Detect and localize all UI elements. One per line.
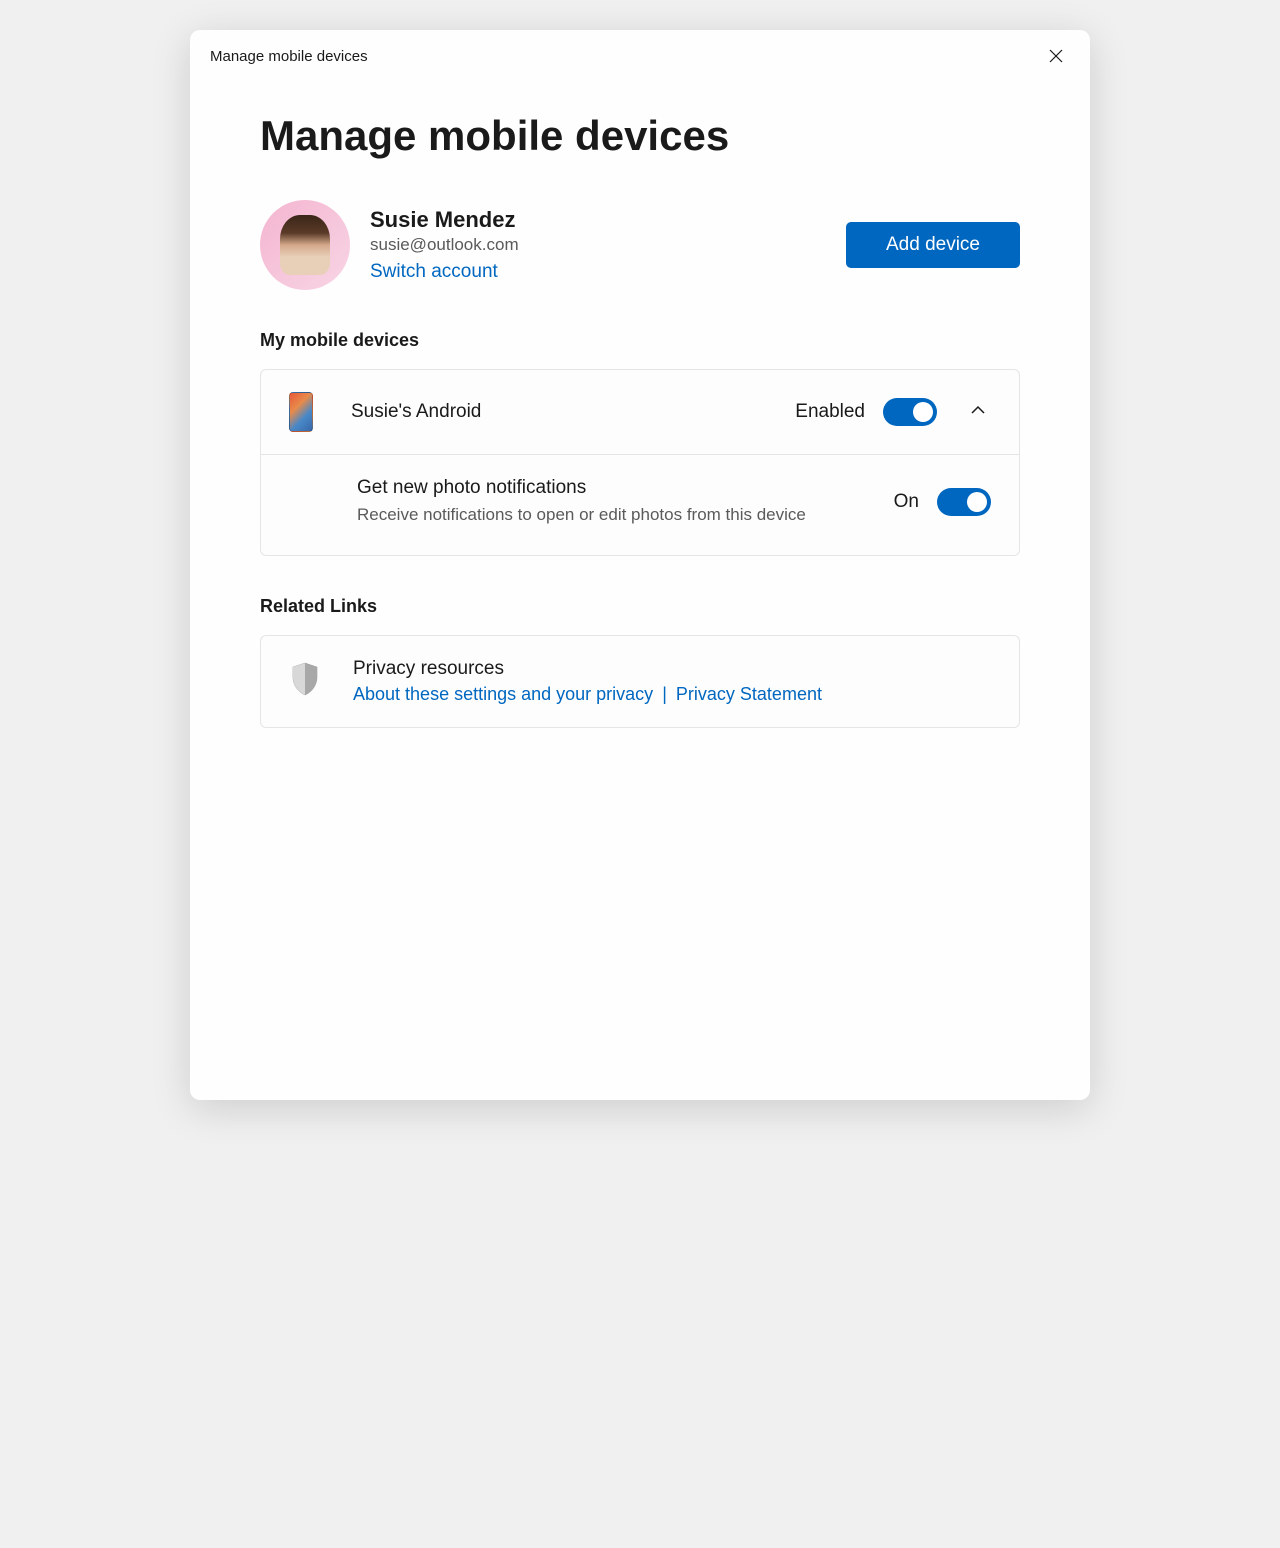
switch-account-link[interactable]: Switch account	[370, 261, 519, 283]
privacy-statement-link[interactable]: Privacy Statement	[676, 684, 822, 704]
device-option-text: Get new photo notifications Receive noti…	[357, 477, 894, 527]
device-option-row: Get new photo notifications Receive noti…	[261, 455, 1019, 555]
add-device-button[interactable]: Add device	[846, 222, 1020, 268]
device-name: Susie's Android	[351, 401, 795, 423]
privacy-text: Privacy resources About these settings a…	[353, 658, 822, 705]
page-title: Manage mobile devices	[260, 112, 1020, 160]
phone-icon	[289, 392, 313, 432]
toggle-knob	[967, 492, 987, 512]
content-area: Manage mobile devices Susie Mendez susie…	[190, 82, 1090, 768]
privacy-card: Privacy resources About these settings a…	[260, 635, 1020, 728]
expand-chevron[interactable]	[965, 397, 991, 428]
account-text: Susie Mendez susie@outlook.com Switch ac…	[370, 207, 519, 283]
device-enabled-toggle[interactable]	[883, 398, 937, 426]
option-status-label: On	[894, 491, 919, 513]
toggle-knob	[913, 402, 933, 422]
avatar-image	[280, 215, 330, 275]
titlebar-title: Manage mobile devices	[210, 48, 368, 65]
account-info: Susie Mendez susie@outlook.com Switch ac…	[260, 200, 519, 290]
privacy-title: Privacy resources	[353, 658, 822, 680]
option-description: Receive notifications to open or edit ph…	[357, 503, 864, 527]
close-icon	[1048, 48, 1064, 64]
devices-section-heading: My mobile devices	[260, 330, 1020, 351]
account-name: Susie Mendez	[370, 207, 519, 233]
chevron-up-icon	[969, 401, 987, 419]
photo-notifications-toggle[interactable]	[937, 488, 991, 516]
related-links-heading: Related Links	[260, 596, 1020, 617]
device-card: Susie's Android Enabled Get new photo no…	[260, 369, 1020, 556]
account-row: Susie Mendez susie@outlook.com Switch ac…	[260, 200, 1020, 290]
settings-window: Manage mobile devices Manage mobile devi…	[190, 30, 1090, 1100]
device-status-label: Enabled	[795, 401, 865, 423]
option-title: Get new photo notifications	[357, 477, 864, 499]
avatar	[260, 200, 350, 290]
link-separator: |	[662, 684, 667, 704]
account-email: susie@outlook.com	[370, 235, 519, 255]
titlebar: Manage mobile devices	[190, 30, 1090, 82]
close-button[interactable]	[1042, 42, 1070, 70]
about-settings-privacy-link[interactable]: About these settings and your privacy	[353, 684, 653, 704]
device-header[interactable]: Susie's Android Enabled	[261, 370, 1019, 455]
privacy-links: About these settings and your privacy | …	[353, 684, 822, 705]
shield-icon	[289, 661, 321, 702]
